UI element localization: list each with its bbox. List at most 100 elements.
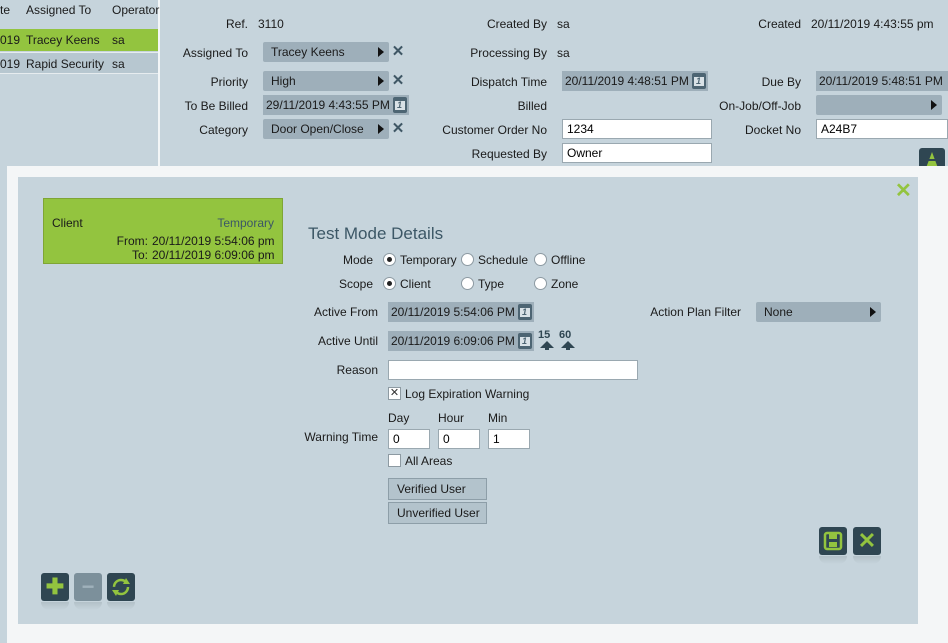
table-row[interactable]: 019 Rapid Security sa (0, 52, 158, 74)
scope-zone-radio[interactable] (534, 277, 547, 290)
card-from-value: 20/11/2019 5:54:06 pm (152, 234, 275, 248)
all-areas-checkbox[interactable] (388, 454, 401, 467)
category-label: Category (199, 123, 248, 137)
calendar-icon[interactable] (393, 97, 407, 113)
unverified-user-button[interactable]: Unverified User (388, 502, 487, 524)
active-from-field[interactable]: 20/11/2019 5:54:06 PM (388, 302, 534, 322)
log-expiration-label[interactable]: Log Expiration Warning (405, 387, 529, 401)
remove-button[interactable]: − (74, 573, 102, 601)
button-shadow (74, 602, 102, 610)
hour-label: Hour (438, 411, 465, 425)
to-be-billed-value: 29/11/2019 4:43:55 PM (266, 98, 390, 112)
add-button[interactable]: ✚ (41, 573, 69, 601)
clear-category-icon[interactable]: ✕ (391, 121, 405, 136)
warning-min-input[interactable] (488, 429, 530, 449)
client-card[interactable]: Client Temporary From: 20/11/2019 5:54:0… (43, 198, 283, 264)
processing-by-label: Processing By (470, 46, 547, 60)
add-15-minutes-button[interactable]: 15 (537, 329, 557, 353)
reason-input[interactable] (388, 360, 638, 380)
refresh-icon (112, 578, 130, 596)
scope-zone-label[interactable]: Zone (551, 277, 578, 291)
min-label: Min (488, 411, 508, 425)
category-value: Door Open/Close (271, 122, 364, 136)
save-button[interactable] (819, 527, 847, 555)
floppy-disk-icon (823, 531, 843, 551)
row-operator: sa (112, 57, 125, 71)
warning-hour-input[interactable] (438, 429, 480, 449)
assigned-to-value: Tracey Keens (271, 45, 345, 59)
dispatch-time-label: Dispatch Time (470, 75, 547, 89)
created-label: Created (758, 17, 801, 31)
scope-label: Scope (338, 277, 373, 291)
calendar-icon[interactable] (692, 73, 706, 89)
mode-schedule-label[interactable]: Schedule (478, 253, 528, 267)
docket-input[interactable] (816, 119, 948, 139)
row-date: 019 (0, 33, 21, 47)
action-plan-dropdown[interactable]: None (756, 302, 881, 322)
dispatch-time-value: 20/11/2019 4:48:51 PM (565, 74, 689, 88)
to-be-billed-field[interactable]: 29/11/2019 4:43:55 PM (263, 95, 409, 115)
active-until-field[interactable]: 20/11/2019 6:09:06 PM (388, 331, 534, 351)
row-operator: sa (112, 33, 125, 47)
mode-offline-radio[interactable] (534, 253, 547, 266)
mode-schedule-radio[interactable] (461, 253, 474, 266)
category-dropdown[interactable]: Door Open/Close (263, 119, 389, 139)
warning-day-input[interactable] (388, 429, 430, 449)
active-until-value: 20/11/2019 6:09:06 PM (391, 334, 515, 348)
column-header-operator[interactable]: Operator (112, 3, 159, 17)
mode-temporary-label[interactable]: Temporary (400, 253, 457, 267)
card-to-value: 20/11/2019 6:09:06 pm (152, 248, 275, 262)
mode-temporary-radio[interactable] (383, 253, 396, 266)
priority-dropdown[interactable]: High (263, 71, 389, 91)
scope-type-label[interactable]: Type (478, 277, 504, 291)
log-expiration-checkbox[interactable]: ✕ (388, 387, 401, 400)
all-areas-label[interactable]: All Areas (405, 454, 452, 468)
cancel-button[interactable]: ✕ (853, 527, 881, 555)
action-plan-label: Action Plan Filter (650, 305, 741, 319)
mode-offline-label[interactable]: Offline (551, 253, 585, 267)
verified-user-button[interactable]: Verified User (388, 478, 487, 500)
column-header-date[interactable]: te (0, 3, 10, 17)
scope-type-radio[interactable] (461, 277, 474, 290)
priority-label: Priority (210, 75, 248, 89)
row-assigned-to: Tracey Keens (26, 33, 100, 47)
ref-label: Ref. (225, 17, 248, 31)
action-plan-value: None (764, 305, 793, 319)
button-shadow (853, 556, 881, 564)
table-row[interactable]: 019 Tracey Keens sa (0, 29, 158, 51)
calendar-icon[interactable] (518, 333, 532, 349)
on-job-label: On-Job/Off-Job (719, 99, 801, 113)
warning-time-label: Warning Time (304, 430, 378, 444)
clear-priority-icon[interactable]: ✕ (391, 73, 405, 88)
minus-icon: − (81, 574, 95, 599)
refresh-button[interactable] (107, 573, 135, 601)
dispatch-time-field[interactable]: 20/11/2019 4:48:51 PM (562, 71, 708, 91)
customer-order-label: Customer Order No (442, 123, 547, 137)
card-from-label: From: (116, 234, 148, 248)
scope-client-radio[interactable] (383, 277, 396, 290)
due-by-value: 20/11/2019 5:48:51 PM (819, 74, 943, 88)
on-job-dropdown[interactable] (816, 95, 942, 115)
mode-label: Mode (342, 253, 373, 267)
clear-assigned-to-icon[interactable]: ✕ (391, 44, 405, 59)
assigned-to-dropdown[interactable]: Tracey Keens (263, 42, 389, 62)
button-shadow (107, 602, 135, 610)
to-be-billed-label: To Be Billed (184, 99, 248, 113)
created-by-value: sa (557, 17, 570, 31)
created-by-label: Created By (486, 17, 547, 31)
requested-by-input[interactable] (562, 143, 712, 163)
active-from-label: Active From (313, 305, 378, 319)
column-header-assigned-to[interactable]: Assigned To (26, 3, 91, 17)
scope-client-label[interactable]: Client (400, 277, 431, 291)
docket-label: Docket No (744, 123, 801, 137)
active-until-label: Active Until (317, 334, 378, 348)
customer-order-input[interactable] (562, 119, 712, 139)
ref-value: 3110 (258, 17, 284, 31)
add-60-minutes-button[interactable]: 60 (558, 329, 578, 353)
calendar-icon[interactable] (518, 304, 532, 320)
created-value: 20/11/2019 4:43:55 pm (811, 17, 934, 31)
close-icon[interactable]: ✕ (895, 181, 912, 201)
dropdown-arrow-icon (378, 76, 384, 86)
card-tag: Temporary (217, 216, 274, 230)
due-by-field[interactable]: 20/11/2019 5:48:51 PM (816, 71, 948, 91)
